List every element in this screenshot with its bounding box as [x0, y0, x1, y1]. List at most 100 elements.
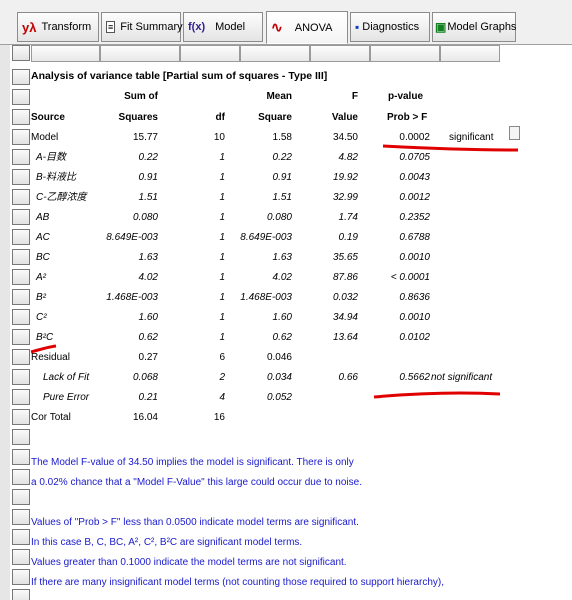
- row-df: 1: [219, 252, 225, 263]
- tab-diagnostics-label: Diagnostics: [362, 21, 420, 33]
- row-source: C²: [36, 312, 47, 323]
- row-selector-button[interactable]: [12, 349, 30, 365]
- row-selector-button[interactable]: [12, 69, 30, 85]
- row-f-value: 0.66: [338, 372, 358, 383]
- row-p-value: 0.0705: [399, 152, 430, 163]
- row-selector-button[interactable]: [12, 429, 30, 445]
- row-p-value: 0.0002: [399, 132, 430, 143]
- column-header-cell: [240, 45, 310, 62]
- header-p-value: p-value: [388, 91, 424, 102]
- tab-fit-summary[interactable]: ≡ Fit Summary: [101, 12, 183, 42]
- tab-model-graphs-label: Model Graphs: [447, 21, 517, 33]
- row-source: C-乙醇浓度: [36, 192, 87, 203]
- row-selector-button[interactable]: [12, 289, 30, 305]
- column-header-cell: [31, 45, 100, 62]
- row-selector-button[interactable]: [12, 489, 30, 505]
- row-df: 4: [219, 392, 225, 403]
- scroll-handle[interactable]: [509, 126, 520, 140]
- row-mean-square: 1.60: [272, 312, 292, 323]
- row-p-value: 0.2352: [399, 212, 430, 223]
- row-selector-button[interactable]: [12, 209, 30, 225]
- column-header-cell: [310, 45, 370, 62]
- function-icon: f(x): [188, 21, 206, 33]
- row-f-value: 87.86: [332, 272, 358, 283]
- row-selector-button[interactable]: [12, 449, 30, 465]
- column-header-cell: [100, 45, 180, 62]
- row-selector-button[interactable]: [12, 329, 30, 345]
- row-df: 1: [219, 192, 225, 203]
- header-value: Value: [331, 112, 358, 123]
- anova-icon: ∿: [271, 19, 283, 35]
- note-line: a 0.02% chance that a "Model F-Value" th…: [31, 477, 362, 488]
- row-selector-button[interactable]: [12, 129, 30, 145]
- row-mean-square: 1.468E-003: [240, 292, 292, 303]
- row-selector-button[interactable]: [12, 45, 30, 61]
- row-mean-square: 0.080: [266, 212, 292, 223]
- row-selector-button[interactable]: [12, 189, 30, 205]
- row-selector-button[interactable]: [12, 249, 30, 265]
- row-source: BC: [36, 252, 50, 263]
- row-f-value: [306, 390, 358, 406]
- row-selector-button[interactable]: [12, 469, 30, 485]
- row-f-value: 0.19: [338, 232, 358, 243]
- row-sum-of-squares: 1.60: [138, 312, 158, 323]
- row-selector-button[interactable]: [12, 229, 30, 245]
- row-p-value: 0.6788: [399, 232, 430, 243]
- row-mean-square: 0.62: [272, 332, 292, 343]
- row-mean-square: 0.052: [266, 392, 292, 403]
- note-line: If there are many insignificant model te…: [31, 577, 444, 588]
- tab-anova[interactable]: ∿ ANOVA: [266, 11, 348, 44]
- row-source: AC: [36, 232, 50, 243]
- row-p-value: 0.8636: [399, 292, 430, 303]
- row-f-value: 4.82: [338, 152, 358, 163]
- tab-anova-label: ANOVA: [294, 21, 333, 34]
- row-f-value: 32.99: [332, 192, 358, 203]
- row-df: 16: [213, 412, 225, 423]
- row-selector-button[interactable]: [12, 549, 30, 565]
- row-selector-button[interactable]: [12, 389, 30, 405]
- column-header-cell: [180, 45, 240, 62]
- row-selector-button[interactable]: [12, 529, 30, 545]
- tab-transform[interactable]: yλ Transform: [17, 12, 99, 42]
- tab-diagnostics[interactable]: ▪ Diagnostics: [350, 12, 430, 42]
- row-selector-button[interactable]: [12, 149, 30, 165]
- toolbar: yλ Transform ≡ Fit Summary f(x) Model ∿ …: [0, 0, 572, 45]
- row-source: Pure Error: [43, 392, 90, 403]
- header-f: F: [351, 91, 358, 102]
- tab-model[interactable]: f(x) Model: [183, 12, 263, 42]
- note-line: In this case B, C, BC, A², C², B²C are s…: [31, 537, 303, 548]
- row-significance: significant: [449, 132, 494, 143]
- row-source: B²: [36, 292, 46, 303]
- row-selector-button[interactable]: [12, 369, 30, 385]
- row-sum-of-squares: 4.02: [138, 272, 158, 283]
- row-mean-square: 1.63: [272, 252, 292, 263]
- fit-summary-icon: ≡: [106, 21, 116, 33]
- row-selector-button[interactable]: [12, 89, 30, 105]
- note-line: The Model F-value of 34.50 implies the m…: [31, 457, 354, 468]
- row-selector-button[interactable]: [12, 509, 30, 525]
- tab-fit-summary-label: Fit Summary: [120, 21, 183, 33]
- row-f-value: 0.032: [332, 292, 358, 303]
- row-selector-button[interactable]: [12, 309, 30, 325]
- model-graphs-icon: ▣: [435, 20, 447, 34]
- row-selector-button[interactable]: [12, 269, 30, 285]
- row-selector-button[interactable]: [12, 109, 30, 125]
- row-mean-square: 1.51: [272, 192, 292, 203]
- row-df: 1: [219, 172, 225, 183]
- row-p-value: 0.0043: [399, 172, 430, 183]
- row-df: 2: [219, 372, 225, 383]
- row-sum-of-squares: 0.068: [132, 372, 158, 383]
- tab-model-graphs[interactable]: ▣ Model Graphs: [432, 12, 516, 42]
- header-df: df: [215, 112, 225, 123]
- row-selector-button[interactable]: [12, 569, 30, 585]
- tab-transform-label: Transform: [41, 21, 92, 33]
- row-selector-button[interactable]: [12, 589, 30, 600]
- row-selector-button[interactable]: [12, 169, 30, 185]
- row-f-value: 34.94: [332, 312, 358, 323]
- row-selector-button[interactable]: [12, 409, 30, 425]
- row-source: B²C: [36, 332, 54, 343]
- row-sum-of-squares: 1.51: [138, 192, 158, 203]
- row-df: 1: [219, 152, 225, 163]
- transform-icon: yλ: [22, 19, 37, 35]
- row-f-value: 34.50: [332, 132, 358, 143]
